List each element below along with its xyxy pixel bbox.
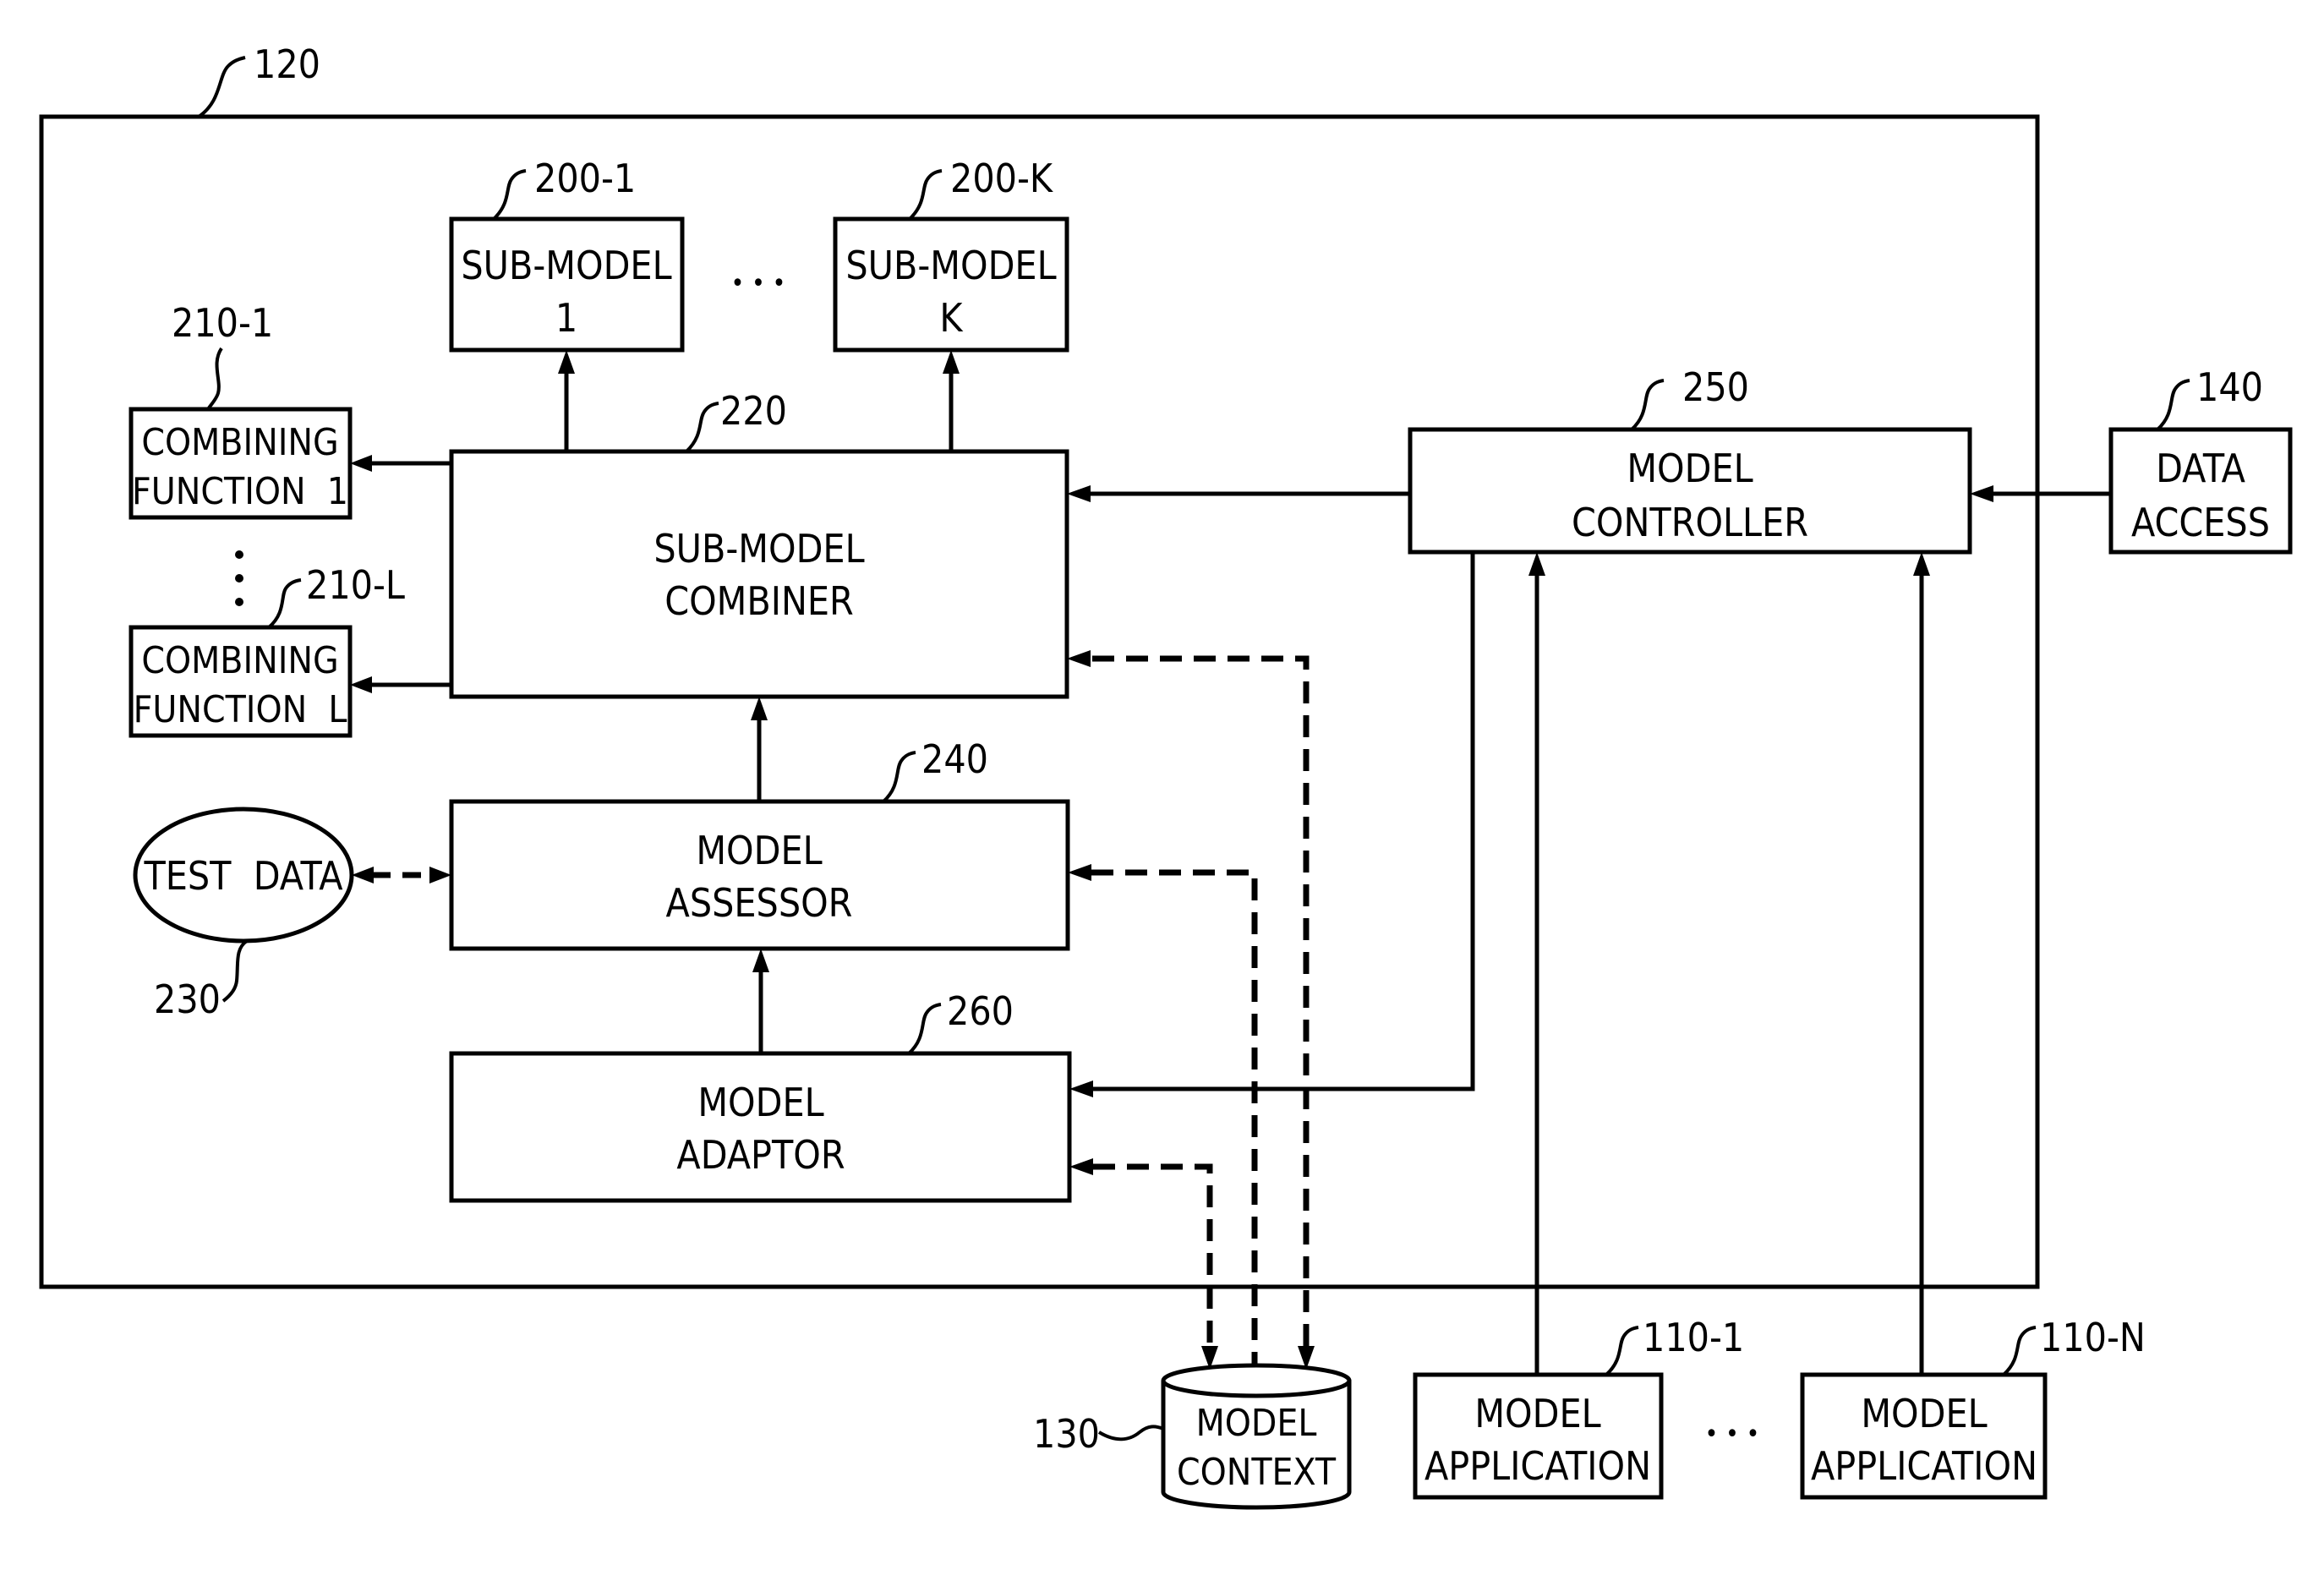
- combining-function-ellipsis-dot: [235, 598, 243, 606]
- model-context-line2: CONTEXT: [1177, 1451, 1337, 1494]
- model-application-n-ref-label: 110-N: [2040, 1315, 2146, 1360]
- controller-to-adaptor-connector: [1091, 552, 1475, 1091]
- sub-model-combiner-line2: COMBINER: [664, 578, 854, 624]
- model-application-1-line2: APPLICATION: [1424, 1443, 1651, 1489]
- arrowhead-icon: [1069, 1080, 1093, 1097]
- sub-model-combiner-line1: SUB-MODEL: [653, 526, 864, 572]
- sub-model-1-ref-leader: [492, 169, 527, 221]
- adaptor-context-connector: [1093, 1163, 1213, 1346]
- model-controller-line1: MODEL: [1627, 446, 1753, 491]
- model-context-store: MODEL CONTEXT: [1161, 1363, 1352, 1510]
- combining-function-1-line1: COMBINING: [141, 421, 338, 464]
- sub-model-1-line1: SUB-MODEL: [461, 243, 671, 288]
- model-application-1-block: MODEL APPLICATION: [1413, 1372, 1664, 1500]
- model-controller-ref-leader: [1630, 379, 1665, 431]
- model-controller-block: MODEL CONTROLLER: [1408, 427, 1972, 555]
- combining-function-l-block: COMBINING FUNCTION L: [129, 625, 353, 738]
- combining-function-1-line2: FUNCTION 1: [132, 470, 348, 513]
- sub-model-k-ref-leader: [908, 169, 943, 221]
- model-application-n-line1: MODEL: [1861, 1391, 1987, 1436]
- model-application-1-line1: MODEL: [1474, 1391, 1600, 1436]
- arrowhead-icon: [1970, 485, 1993, 502]
- model-adaptor-line2: ADAPTOR: [676, 1132, 845, 1178]
- test-data-ref-leader: [221, 939, 249, 1003]
- model-adaptor-block: MODEL ADAPTOR: [449, 1051, 1072, 1203]
- model-application-n-line2: APPLICATION: [1811, 1443, 2037, 1489]
- combining-function-ellipsis-dot: [235, 550, 243, 559]
- model-context-ref-leader: [1097, 1425, 1164, 1441]
- model-assessor-block: MODEL ASSESSOR: [449, 799, 1070, 951]
- model-application-n-ref-leader: [2002, 1326, 2037, 1376]
- model-assessor-line2: ASSESSOR: [666, 880, 853, 926]
- combining-function-l-ref-label: 210-L: [306, 562, 405, 608]
- sub-model-1-ref-label: 200-1: [534, 156, 636, 201]
- combining-function-ellipsis-dot: [235, 574, 243, 583]
- sub-model-combiner-ref-label: 220: [720, 388, 787, 434]
- sub-model-1-line2: 1: [555, 295, 577, 341]
- arrowhead-icon: [429, 867, 451, 883]
- model-adaptor-line1: MODEL: [697, 1080, 823, 1125]
- sub-model-k-line2: K: [939, 295, 964, 341]
- model-context-line1: MODEL: [1196, 1402, 1317, 1445]
- data-access-line2: ACCESS: [2131, 500, 2270, 545]
- sub-model-combiner-ref-leader: [685, 402, 719, 453]
- model-context-ref-label: 130: [1033, 1411, 1100, 1457]
- model-assessor-line1: MODEL: [696, 828, 822, 873]
- arrowhead-icon: [1067, 650, 1091, 667]
- combining-function-1-ref-label: 210-1: [172, 300, 273, 346]
- system-ref-label: 120: [254, 41, 320, 87]
- model-application-1-ref-label: 110-1: [1643, 1315, 1744, 1360]
- sub-model-k-line1: SUB-MODEL: [845, 243, 1056, 288]
- context-combiner-connector: [1091, 655, 1310, 1346]
- arrowhead-icon: [1913, 552, 1930, 576]
- arrowhead-icon: [1068, 864, 1091, 881]
- system-ref-leader: [197, 56, 246, 118]
- model-assessor-ref-leader: [882, 751, 916, 803]
- test-data-ref-label: 230: [154, 976, 221, 1022]
- model-assessor-ref-label: 240: [921, 736, 988, 782]
- data-access-block: DATA ACCESS: [2108, 427, 2293, 555]
- model-application-ellipsis: • • •: [1705, 1420, 1760, 1449]
- sub-model-ellipsis: • • •: [731, 269, 786, 298]
- arrowhead-icon: [751, 697, 768, 720]
- combining-function-l-line1: COMBINING: [141, 639, 338, 682]
- data-access-line1: DATA: [2156, 446, 2245, 491]
- sub-model-combiner-block: SUB-MODEL COMBINER: [449, 449, 1069, 699]
- arrowhead-icon: [1067, 485, 1091, 502]
- arrowhead-icon: [752, 949, 769, 972]
- model-controller-ref-label: 250: [1682, 364, 1749, 410]
- model-adaptor-ref-leader: [907, 1003, 942, 1055]
- combining-function-l-ref-leader: [267, 578, 302, 629]
- sub-model-k-block: SUB-MODEL K: [833, 216, 1069, 353]
- context-assessor-connector: [1091, 869, 1258, 1374]
- test-data-label: TEST DATA: [143, 853, 342, 899]
- data-access-ref-leader: [2156, 379, 2190, 431]
- combining-function-l-line2: FUNCTION L: [134, 688, 347, 731]
- data-access-ref-label: 140: [2196, 364, 2263, 410]
- arrowhead-icon: [1069, 1158, 1093, 1175]
- sub-model-1-block: SUB-MODEL 1: [449, 216, 685, 353]
- model-application-n-block: MODEL APPLICATION: [1800, 1372, 2048, 1500]
- arrowhead-icon: [943, 350, 960, 374]
- arrowhead-icon: [558, 350, 575, 374]
- test-data-store: TEST DATA: [133, 807, 354, 944]
- block-diagram: 120 SUB-MODEL 1 200-1 • • • SUB-MODEL K …: [39, 41, 2293, 1510]
- model-application-1-ref-leader: [1605, 1326, 1639, 1376]
- model-adaptor-ref-label: 260: [947, 988, 1014, 1034]
- model-controller-line2: CONTROLLER: [1572, 500, 1808, 545]
- sub-model-k-ref-label: 200-K: [950, 156, 1054, 201]
- arrowhead-icon: [352, 867, 374, 883]
- combining-function-1-ref-leader: [206, 347, 223, 411]
- combining-function-1-block: COMBINING FUNCTION 1: [129, 407, 353, 520]
- arrowhead-icon: [350, 676, 372, 693]
- arrowhead-icon: [350, 455, 372, 472]
- arrowhead-icon: [1528, 552, 1545, 576]
